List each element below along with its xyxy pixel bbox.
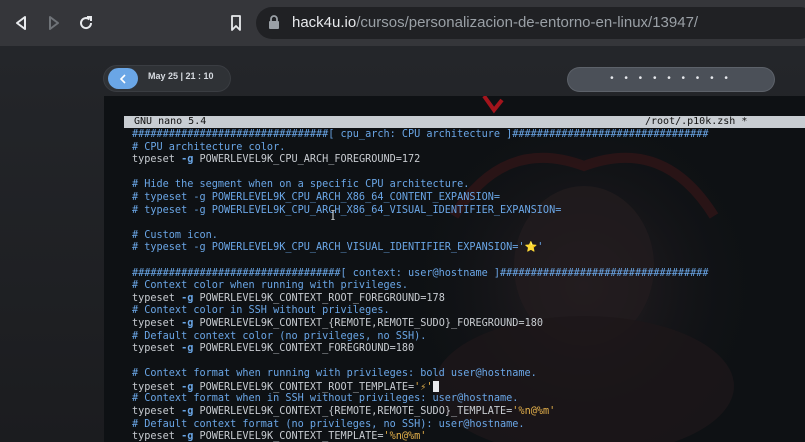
comment-text: # Default context format (no privileges,…: [132, 418, 525, 430]
text-cursor-icon: [331, 210, 335, 220]
editor-line: # typeset -g POWERLEVEL9K_CPU_ARCH_X86_6…: [132, 205, 792, 218]
flag-option: -g: [181, 406, 194, 418]
editor-line: # typeset -g POWERLEVEL9K_CPU_ARCH_VISUA…: [132, 242, 792, 255]
launcher-button[interactable]: [108, 68, 138, 89]
reload-button[interactable]: [74, 11, 98, 35]
nano-filename: /root/.p10k.zsh *: [645, 116, 748, 127]
editor-line: # Context color when running with privil…: [132, 280, 792, 293]
assignment: POWERLEVEL9K_CONTEXT_TEMPLATE=: [193, 431, 384, 442]
comment-text: # Custom icon.: [132, 229, 218, 241]
typeset-keyword: typeset: [132, 431, 182, 442]
editor-line: ##################################[ cont…: [132, 268, 792, 281]
forward-button[interactable]: [42, 11, 66, 35]
flag-option: -g: [181, 343, 194, 355]
flag-option: -g: [181, 431, 194, 442]
editor-line: # typeset -g POWERLEVEL9K_CPU_ARCH_X86_6…: [132, 192, 792, 205]
browser-toolbar: hack4u.io/cursos/personalizacion-de-ento…: [0, 0, 805, 46]
editor-line: typeset -g POWERLEVEL9K_CONTEXT_FOREGROU…: [132, 343, 792, 356]
comment-text: # Hide the segment when on a specific CP…: [132, 179, 470, 191]
flag-option: -g: [181, 317, 194, 329]
editor-line: # Hide the segment when on a specific CP…: [132, 179, 792, 192]
assignment: POWERLEVEL9K_CONTEXT_{REMOTE,REMOTE_SUDO…: [193, 317, 543, 329]
comment-text: # typeset -g POWERLEVEL9K_CPU_ARCH_X86_6…: [132, 204, 562, 216]
date-time: May 25 | 21 : 10: [148, 71, 214, 81]
comment-text: # Context format when in SSH without pri…: [132, 393, 519, 405]
nano-version: GNU nano 5.4: [134, 116, 207, 127]
back-arrow-icon: [16, 16, 26, 30]
comment-text: # Context format when running with privi…: [132, 368, 537, 380]
comment-text: # CPU architecture color.: [132, 141, 286, 153]
forward-arrow-icon: [49, 16, 59, 30]
typeset-keyword: typeset: [132, 154, 182, 166]
workspaces-widget[interactable]: • • • • • • • • •: [568, 68, 774, 91]
flag-option: -g: [181, 154, 194, 166]
bookmark-button[interactable]: [224, 11, 248, 35]
typeset-keyword: typeset: [132, 381, 182, 393]
bookmark-icon: [231, 15, 241, 31]
lock-icon: [268, 15, 280, 35]
comment-text: ################################[ cpu_ar…: [132, 129, 709, 140]
editor-line: typeset -g POWERLEVEL9K_CONTEXT_{REMOTE,…: [132, 318, 792, 331]
url-host: hack4u.io: [292, 14, 357, 31]
url-text: hack4u.io/cursos/personalizacion-de-ento…: [292, 14, 698, 31]
terminal-window[interactable]: GNU nano 5.4 /root/.p10k.zsh * #########…: [104, 96, 805, 442]
comment-text: # Context color when running with privil…: [132, 280, 409, 292]
string-value: '⚡': [414, 381, 433, 393]
nano-editor-buffer[interactable]: ################################[ cpu_ar…: [132, 129, 792, 442]
workspace-dots: • • • • • • • • •: [610, 73, 732, 84]
comment-text: # Default context color (no privileges, …: [132, 330, 427, 342]
comment-text: # typeset -g POWERLEVEL9K_CPU_ARCH_VISUA…: [132, 242, 544, 254]
editor-line: typeset -g POWERLEVEL9K_CONTEXT_ROOT_TEM…: [132, 380, 792, 394]
flag-option: -g: [181, 381, 194, 393]
assignment: POWERLEVEL9K_CONTEXT_ROOT_FOREGROUND=178: [193, 292, 445, 304]
editor-line: typeset -g POWERLEVEL9K_CONTEXT_ROOT_FOR…: [132, 293, 792, 306]
clock-widget: May 25 | 21 : 10: [104, 66, 230, 91]
assignment: POWERLEVEL9K_CONTEXT_FOREGROUND=180: [193, 343, 415, 355]
editor-line: # Default context color (no privileges, …: [132, 331, 792, 344]
assignment: POWERLEVEL9K_CONTEXT_ROOT_TEMPLATE=: [193, 381, 415, 393]
comment-text: ##################################[ cont…: [132, 267, 709, 279]
comment-text: # Context color in SSH without privilege…: [132, 305, 390, 317]
editor-line: ################################[ cpu_ar…: [132, 129, 792, 142]
typeset-keyword: typeset: [132, 406, 182, 418]
desktop-top-bar: May 25 | 21 : 10 • • • • • • • • •: [104, 62, 805, 98]
editor-line: typeset -g POWERLEVEL9K_CPU_ARCH_FOREGRO…: [132, 154, 792, 167]
editor-line: # Context format when in SSH without pri…: [132, 393, 792, 406]
editor-line: typeset -g POWERLEVEL9K_CONTEXT_{REMOTE,…: [132, 406, 792, 419]
address-bar[interactable]: hack4u.io/cursos/personalizacion-de-ento…: [256, 7, 805, 39]
assignment: POWERLEVEL9K_CPU_ARCH_FOREGROUND=172: [193, 154, 421, 166]
typeset-keyword: typeset: [132, 317, 182, 329]
reload-icon: [80, 16, 93, 30]
assignment: POWERLEVEL9K_CONTEXT_{REMOTE,REMOTE_SUDO…: [193, 406, 513, 418]
string-value: '%n@%m': [383, 431, 427, 442]
editor-line: # Context color in SSH without privilege…: [132, 305, 792, 318]
back-button[interactable]: [9, 11, 33, 35]
typeset-keyword: typeset: [132, 343, 182, 355]
editor-line: # Context format when running with privi…: [132, 368, 792, 381]
string-value: '%n@%m': [512, 406, 556, 418]
editor-line: typeset -g POWERLEVEL9K_CONTEXT_TEMPLATE…: [132, 431, 792, 442]
flag-option: -g: [181, 292, 194, 304]
editor-line: # Custom icon.: [132, 230, 792, 243]
editor-caret: [432, 380, 439, 392]
editor-line: # CPU architecture color.: [132, 142, 792, 155]
comment-text: # typeset -g POWERLEVEL9K_CPU_ARCH_X86_6…: [132, 191, 501, 203]
typeset-keyword: typeset: [132, 292, 182, 304]
url-path: /cursos/personalizacion-de-entorno-en-li…: [356, 14, 699, 31]
editor-line: # Default context format (no privileges,…: [132, 419, 792, 432]
nano-title-bar: GNU nano 5.4 /root/.p10k.zsh *: [124, 116, 805, 128]
menu-arrow-icon: [119, 73, 126, 84]
